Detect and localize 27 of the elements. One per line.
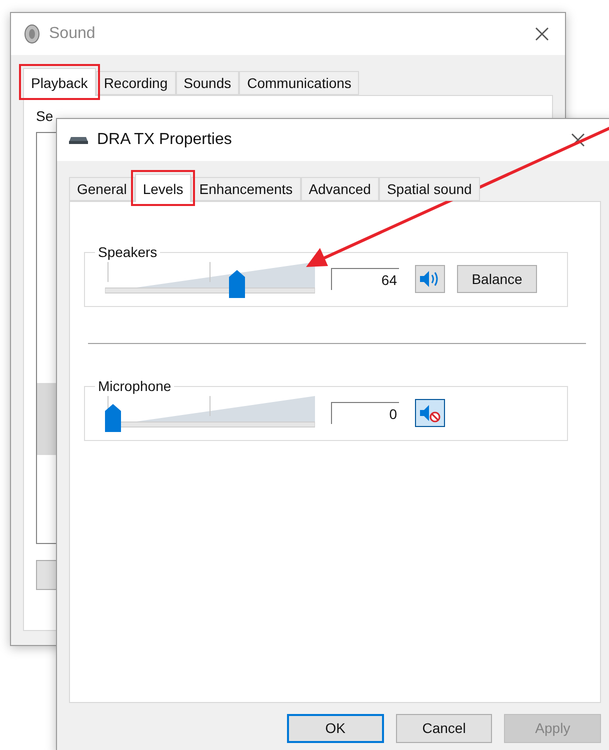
volume-slider[interactable]	[105, 260, 315, 298]
tab[interactable]: Advanced	[300, 177, 379, 201]
level-field[interactable]: 0	[331, 402, 399, 424]
dialog-button[interactable]: OK	[287, 714, 384, 742]
dialog-button[interactable]: Cancel	[396, 714, 492, 742]
tab[interactable]: General	[69, 177, 135, 201]
tab[interactable]: Communications	[239, 71, 360, 95]
tab[interactable]: Recording	[96, 71, 176, 95]
level-field[interactable]: 64	[331, 268, 399, 290]
muted-speaker-icon	[419, 403, 441, 423]
window-title: DRA TX Properties	[97, 131, 233, 149]
speaker-device-icon	[69, 134, 89, 146]
slider-thumb[interactable]	[229, 270, 246, 298]
slider-thumb[interactable]	[105, 404, 121, 432]
tab[interactable]: Sounds	[176, 71, 240, 95]
tab[interactable]: Enhancements	[191, 177, 301, 201]
balance-button[interactable]: Balance	[457, 265, 537, 293]
volume-slider[interactable]	[105, 394, 315, 432]
close-icon[interactable]	[535, 27, 549, 41]
close-icon[interactable]	[571, 133, 585, 147]
channel-label: Speakers	[97, 244, 158, 260]
channel-label: Microphone	[97, 378, 172, 394]
window-title: Sound	[49, 25, 96, 43]
instruction-text: Se	[35, 107, 54, 124]
tab[interactable]: Spatial sound	[378, 177, 480, 201]
mute-button[interactable]	[415, 399, 445, 427]
mute-button[interactable]	[415, 265, 445, 293]
